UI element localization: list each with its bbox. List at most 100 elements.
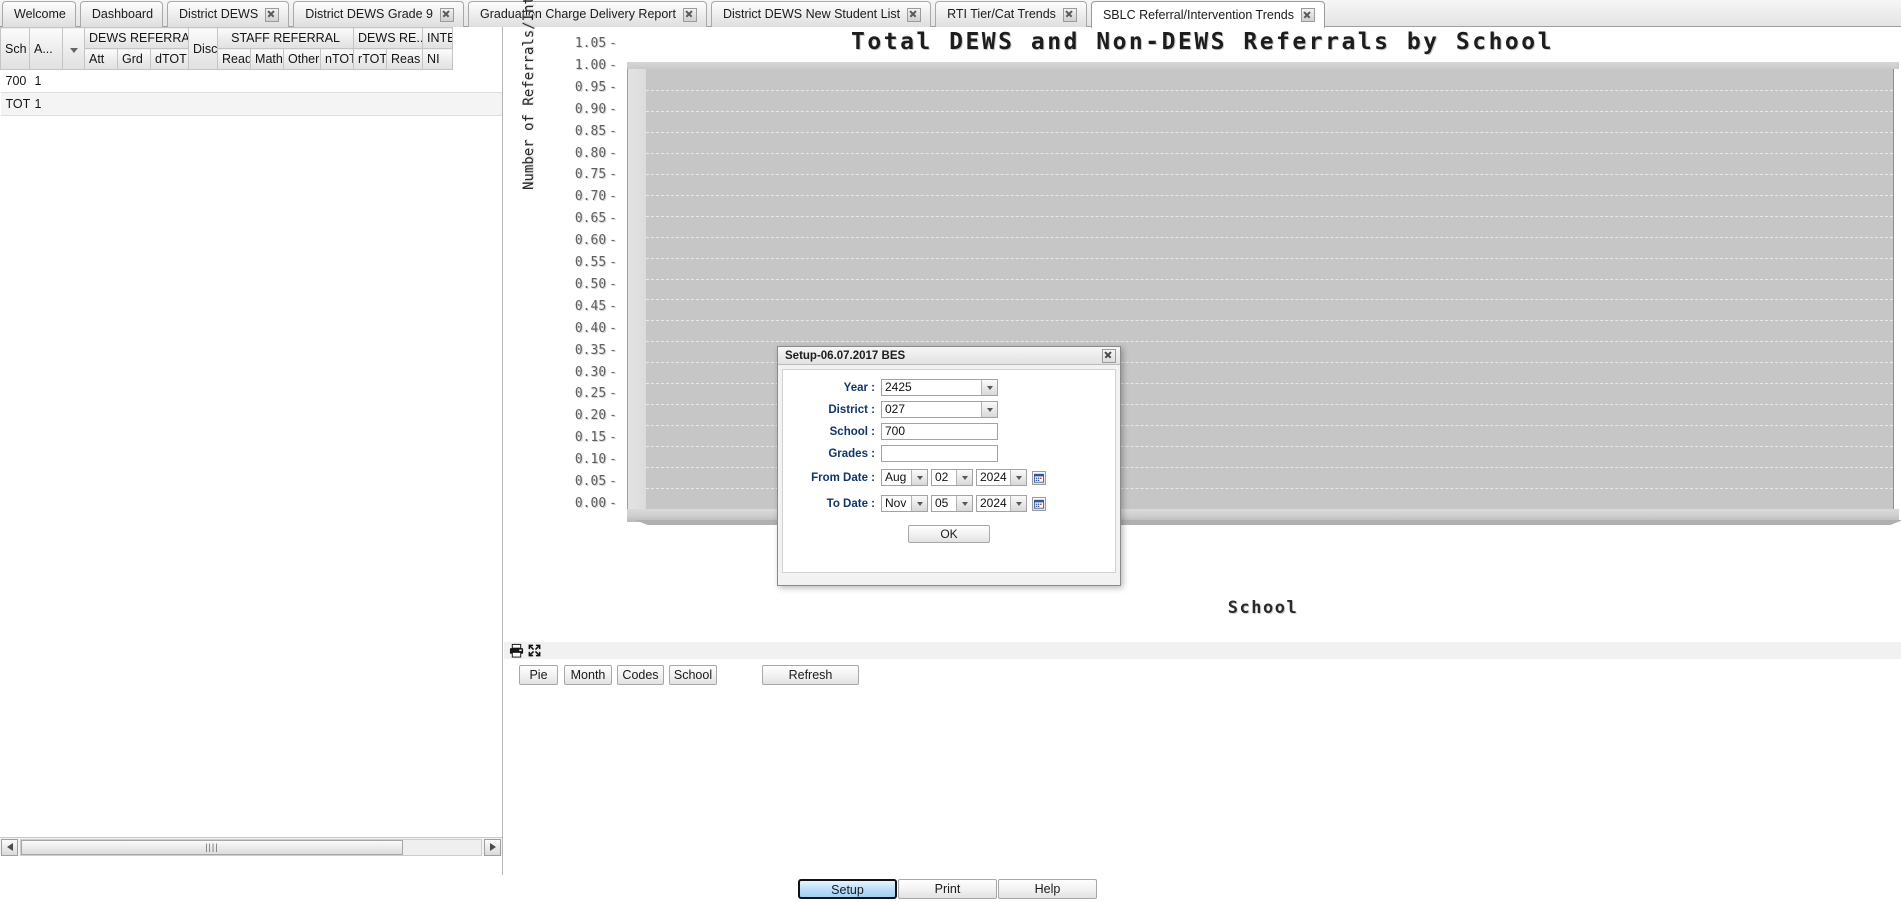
plot-gridline xyxy=(646,237,1893,239)
col-header-ni[interactable]: NI xyxy=(422,48,454,70)
from-date-day-select[interactable]: 02 xyxy=(931,469,973,486)
col-header-math[interactable]: Math xyxy=(250,48,285,70)
tab-close-icon[interactable] xyxy=(1062,7,1077,22)
chevron-down-icon[interactable] xyxy=(911,496,927,511)
grid-horizontal-scrollbar[interactable]: |||| xyxy=(0,837,502,856)
calendar-icon[interactable] xyxy=(1032,470,1046,485)
to-date-month-select[interactable]: Nov xyxy=(881,495,928,512)
chevron-down-icon[interactable] xyxy=(981,402,997,417)
col-group-dews-referral[interactable]: DEWS REFERRAL xyxy=(83,27,190,49)
bottom-button-group: Setup Print Help xyxy=(798,879,1097,899)
plot-gridline xyxy=(646,258,1893,260)
tab-graduation-charge-delivery-report[interactable]: Graduation Charge Delivery Report xyxy=(468,1,707,27)
calendar-icon[interactable] xyxy=(1032,496,1046,511)
chevron-down-icon[interactable] xyxy=(1010,496,1026,511)
to-date-year-value: 2024 xyxy=(980,496,1007,510)
tab-rti-tier-cat-trends[interactable]: RTI Tier/Cat Trends xyxy=(935,1,1087,27)
setup-button[interactable]: Setup xyxy=(798,879,897,899)
tab-label: Dashboard xyxy=(91,7,154,22)
to-date-day-select[interactable]: 05 xyxy=(931,495,973,512)
plot-gridline xyxy=(646,153,1893,155)
tab-district-dews-grade-9[interactable]: District DEWS Grade 9 xyxy=(293,1,465,27)
tab-label: Welcome xyxy=(14,7,66,22)
field-row-school: School : 700 xyxy=(789,421,1109,442)
tab-dashboard[interactable]: Dashboard xyxy=(79,1,164,27)
y-axis-tick-label: 0.10 xyxy=(574,452,607,468)
y-axis-tick: 0.90- xyxy=(575,102,617,117)
tab-close-icon[interactable] xyxy=(907,7,922,22)
year-select[interactable]: 2425 xyxy=(881,379,998,396)
print-button[interactable]: Print xyxy=(898,879,997,899)
col-header-reas[interactable]: Reas xyxy=(386,48,424,70)
col-group-staff-referral[interactable]: STAFF REFERRAL xyxy=(217,27,355,49)
school-button[interactable]: School xyxy=(669,665,717,685)
cell-ni xyxy=(422,92,453,116)
y-axis-tick-mark: - xyxy=(609,167,617,183)
from-date-month-select[interactable]: Aug xyxy=(881,469,928,486)
plot-gridline xyxy=(646,195,1893,197)
col-header-read[interactable]: Read xyxy=(217,48,252,70)
y-axis-tick-label: 0.85 xyxy=(574,123,607,139)
col-header-a[interactable]: A... xyxy=(29,27,63,70)
tab-district-dews[interactable]: District DEWS xyxy=(167,1,290,27)
col-header-att[interactable]: Att xyxy=(84,48,118,70)
plot-gridline xyxy=(646,111,1893,113)
ok-button[interactable]: OK xyxy=(908,525,990,543)
col-header-sort[interactable] xyxy=(62,27,85,70)
help-button[interactable]: Help xyxy=(998,879,1097,899)
district-value: 027 xyxy=(885,402,906,416)
tab-district-dews-new-student-list[interactable]: District DEWS New Student List xyxy=(710,1,932,27)
chevron-down-icon[interactable] xyxy=(1010,470,1026,485)
pie-button[interactable]: Pie xyxy=(519,665,558,685)
col-header-dtot[interactable]: dTOT xyxy=(149,48,190,70)
cell-grd xyxy=(117,92,151,116)
tab-label: District DEWS New Student List xyxy=(722,7,901,22)
to-date-month-value: Nov xyxy=(885,496,907,510)
tab-close-icon[interactable] xyxy=(265,7,280,22)
chevron-down-icon[interactable] xyxy=(911,470,927,485)
codes-button[interactable]: Codes xyxy=(617,665,664,685)
table-row[interactable]: TOT 1 xyxy=(0,92,502,116)
dialog-title-bar[interactable]: Setup-06.07.2017 BES xyxy=(778,347,1120,365)
arrow-left-icon[interactable] xyxy=(1,838,18,856)
scrollbar-track[interactable]: |||| xyxy=(20,838,482,856)
col-header-sch[interactable]: Sch xyxy=(0,27,30,70)
tab-sblc-referral-intervention-trends[interactable]: SBLC Referral/Intervention Trends xyxy=(1090,1,1326,28)
scrollbar-thumb[interactable]: |||| xyxy=(21,839,403,855)
chevron-down-icon[interactable] xyxy=(956,470,972,485)
expand-arrows-icon[interactable] xyxy=(527,643,542,658)
tab-close-icon[interactable] xyxy=(682,7,697,22)
close-icon[interactable] xyxy=(1102,348,1116,363)
y-axis-tick-mark: - xyxy=(609,496,617,511)
scrollbar-thumb-grip: |||| xyxy=(205,842,219,852)
y-axis-tick: 0.60- xyxy=(575,234,617,248)
school-input[interactable]: 700 xyxy=(881,423,998,440)
printer-icon[interactable] xyxy=(509,643,524,658)
tab-close-icon[interactable] xyxy=(440,7,455,22)
month-button[interactable]: Month xyxy=(564,665,612,685)
col-header-disc[interactable]: Disc xyxy=(188,27,219,70)
col-header-other[interactable]: Other xyxy=(283,48,322,70)
y-axis-tick-mark: - xyxy=(609,364,617,380)
from-date-year-select[interactable]: 2024 xyxy=(976,469,1027,486)
arrow-right-icon[interactable] xyxy=(484,838,501,856)
district-select[interactable]: 027 xyxy=(881,401,998,418)
refresh-button[interactable]: Refresh xyxy=(762,665,859,685)
col-header-rtot[interactable]: rTOT xyxy=(353,48,388,70)
tab-welcome[interactable]: Welcome xyxy=(2,1,76,27)
grades-input[interactable] xyxy=(881,445,998,462)
tab-close-icon[interactable] xyxy=(1301,8,1316,22)
y-axis-tick-mark: - xyxy=(609,36,617,51)
y-axis-tick-label: 0.75 xyxy=(574,167,607,183)
col-header-grd[interactable]: Grd xyxy=(117,48,151,70)
y-axis-tick-label: 0.55 xyxy=(574,255,607,271)
y-axis-tick-label: 1.00 xyxy=(574,57,607,73)
cell-ntot xyxy=(320,69,354,93)
chevron-down-icon[interactable] xyxy=(981,380,997,395)
col-group-inte[interactable]: INTE xyxy=(422,27,454,49)
col-header-ntot[interactable]: nTOT xyxy=(320,48,355,70)
table-row[interactable]: 700 1 xyxy=(0,69,502,93)
col-group-dews-re[interactable]: DEWS RE... xyxy=(353,27,424,49)
chevron-down-icon[interactable] xyxy=(956,496,972,511)
to-date-year-select[interactable]: 2024 xyxy=(976,495,1027,512)
